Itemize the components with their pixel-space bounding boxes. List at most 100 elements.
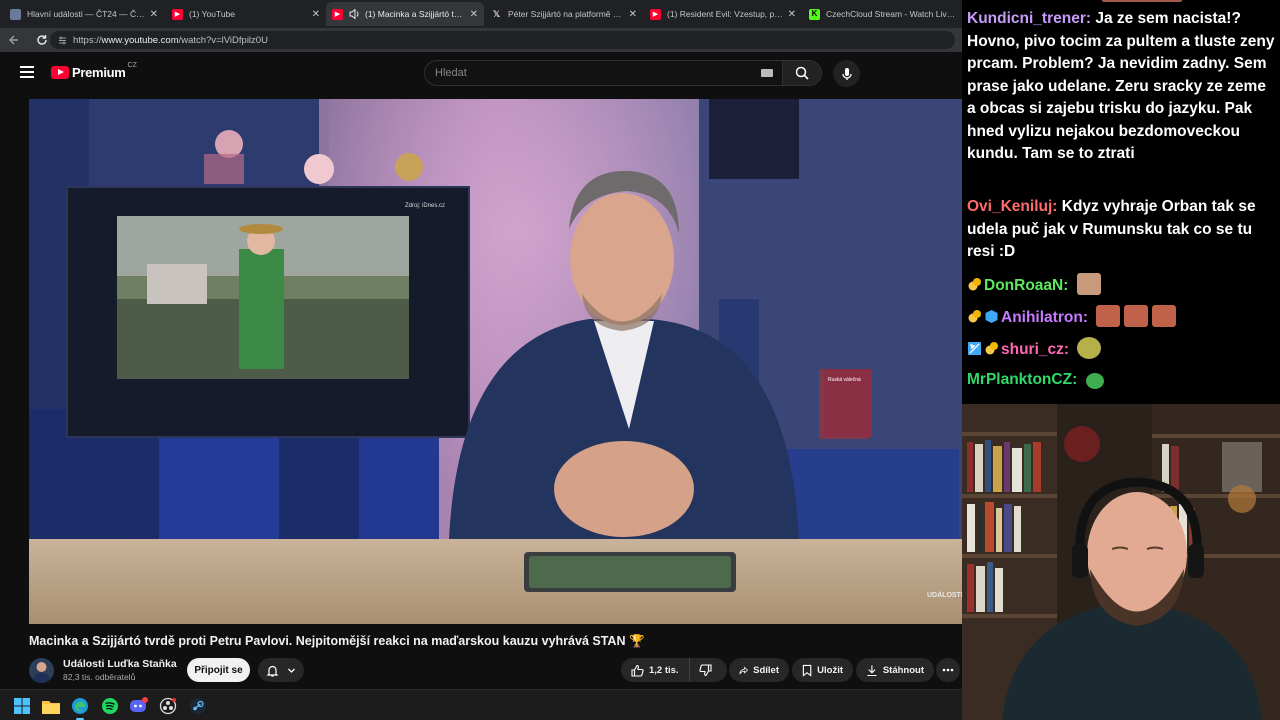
thumbs-down-icon	[698, 663, 712, 676]
chat-previous-emotes	[1102, 0, 1182, 2]
chat-message: MrPlanktonCZ:	[967, 369, 1275, 392]
tab-ct24[interactable]: Hlavní události — ČT24 — Česká tel ✕	[4, 2, 164, 26]
thumbs-up-icon	[631, 664, 644, 677]
back-icon[interactable]	[6, 32, 22, 48]
emote-angry-face	[1096, 305, 1121, 327]
reload-icon[interactable]	[34, 32, 50, 48]
tab-youtube-home[interactable]: ▶ (1) YouTube ✕	[166, 2, 326, 26]
kick-icon: K	[809, 8, 820, 20]
download-button[interactable]: Stáhnout	[856, 658, 934, 682]
download-icon	[867, 664, 877, 676]
book-title: Ruská válečná	[828, 377, 861, 383]
file-explorer-icon[interactable]	[41, 696, 61, 716]
microphone-icon	[841, 67, 852, 80]
chat-separator: :	[1082, 309, 1093, 326]
close-icon[interactable]: ✕	[629, 9, 637, 20]
chat-message: Kundicni_trener: Ja ze sem nacista!? Hov…	[967, 8, 1275, 166]
tab-title: Péter Szijjártó na platformě X: „It is	[508, 9, 625, 19]
spotify-icon[interactable]	[100, 696, 120, 716]
chevron-down-icon	[288, 668, 295, 673]
notification-bell-button[interactable]	[258, 658, 304, 682]
share-button[interactable]: Sdílet	[729, 658, 789, 682]
dislike-button[interactable]	[690, 658, 726, 682]
chat-username[interactable]: shuri_cz	[1001, 341, 1064, 358]
share-icon	[739, 665, 748, 674]
chat-message: shuri_cz:	[967, 337, 1275, 362]
browser-window: Hlavní události — ČT24 — Česká tel ✕ ▶ (…	[0, 0, 962, 689]
steam-icon[interactable]	[188, 696, 208, 716]
save-label: Uložit	[817, 664, 843, 676]
youtube-play-icon	[51, 66, 69, 79]
video-player[interactable]: Zdroj: iDnes.cz Ruská válečná UDÁLOSTI	[29, 99, 962, 624]
like-button[interactable]: 1,2 tis.	[621, 658, 690, 682]
join-button[interactable]: Připojit se	[187, 658, 250, 682]
chat-username[interactable]: Anihilatron	[1001, 309, 1083, 326]
search-icon	[795, 66, 809, 80]
close-icon[interactable]: ✕	[312, 9, 320, 20]
bookmark-icon	[802, 664, 812, 677]
close-icon[interactable]: ✕	[470, 9, 478, 20]
close-icon[interactable]: ✕	[788, 9, 796, 20]
chat-message: Ovi_Keniluj: Kdyz vyhraje Orban tak se u…	[967, 196, 1275, 264]
chat-username[interactable]: DonRoaaN	[984, 277, 1063, 294]
more-actions-button[interactable]	[936, 658, 960, 682]
sub-badge-icon	[985, 342, 998, 355]
edge-browser-icon[interactable]	[70, 696, 90, 720]
discord-icon[interactable]	[129, 696, 149, 716]
tab-title: (1) Resident Evil: Vzestup, pád a zmrt	[667, 9, 784, 19]
chat-separator: :	[1052, 198, 1062, 215]
sub-badge-icon	[968, 310, 981, 323]
logo-country: CZ	[127, 62, 137, 69]
chat-separator: :	[1063, 277, 1073, 294]
tab-current-video[interactable]: ▶ (1) Macinka a Szijjártó tvrdě proti ✕	[326, 2, 484, 26]
youtube-icon: ▶	[172, 8, 183, 20]
save-button[interactable]: Uložit	[792, 658, 853, 682]
search-input[interactable]: Hledat	[424, 60, 784, 86]
obs-studio-icon[interactable]	[158, 696, 178, 716]
tab-title: Hlavní události — ČT24 — Česká tel	[27, 9, 146, 19]
ct24-icon	[10, 8, 21, 20]
tab-resident-evil[interactable]: ▶ (1) Resident Evil: Vzestup, pád a zmrt…	[644, 2, 802, 26]
cube-badge-icon	[985, 310, 998, 323]
keyboard-icon[interactable]	[761, 69, 773, 77]
chat-separator: :	[1063, 341, 1074, 358]
speaker-icon[interactable]	[349, 9, 360, 19]
close-icon[interactable]: ✕	[150, 9, 158, 20]
like-dislike-group: 1,2 tis.	[621, 658, 727, 682]
voice-search-button[interactable]	[833, 60, 860, 87]
search-button[interactable]	[782, 60, 822, 86]
stream-chat-overlay: Kundicni_trener: Ja ze sem nacista!? Hov…	[962, 0, 1280, 404]
chat-username[interactable]: Ovi_Keniluj	[967, 198, 1052, 215]
moderator-badge-icon	[968, 342, 981, 355]
chat-message: Anihilatron:	[967, 305, 1275, 330]
windows-start-icon[interactable]	[12, 696, 32, 716]
channel-name[interactable]: Události Luďka Staňka	[63, 658, 177, 670]
chat-username[interactable]: Kundicni_trener	[967, 10, 1086, 27]
emote-angry-face	[1152, 305, 1177, 327]
url-field[interactable]: https://www.youtube.com/watch?v=lViDfpil…	[50, 31, 955, 49]
x-icon: 𝕏	[492, 8, 501, 19]
download-label: Stáhnout	[882, 664, 924, 676]
channel-watermark: UDÁLOSTI	[927, 590, 962, 599]
sub-badge-icon	[968, 278, 981, 291]
video-source-caption: Zdroj: iDnes.cz	[405, 203, 445, 209]
chat-username[interactable]: MrPlanktonCZ	[967, 371, 1072, 388]
more-icon	[942, 668, 954, 672]
site-info-icon[interactable]	[58, 36, 67, 45]
tab-kick-stream[interactable]: K CzechCloud Stream - Watch Live on Kick	[803, 2, 962, 26]
chat-separator: :	[1072, 371, 1082, 388]
webcam-frame	[962, 404, 1280, 720]
video-title: Macinka a Szijjártó tvrdě proti Petru Pa…	[29, 634, 645, 648]
like-count: 1,2 tis.	[649, 664, 679, 676]
youtube-premium-logo[interactable]: Premium CZ	[51, 62, 137, 80]
chat-separator: :	[1085, 10, 1096, 27]
chat-message: DonRoaaN:	[967, 273, 1275, 298]
tab-x-post[interactable]: 𝕏 Péter Szijjártó na platformě X: „It is…	[485, 2, 643, 26]
channel-avatar[interactable]	[29, 658, 54, 683]
youtube-header: Premium CZ Hledat	[0, 52, 962, 94]
share-label: Sdílet	[753, 664, 779, 676]
menu-icon[interactable]	[20, 66, 34, 78]
windows-taskbar	[0, 689, 962, 720]
tab-title: CzechCloud Stream - Watch Live on Kick	[826, 9, 956, 19]
emote-face	[1076, 273, 1101, 295]
